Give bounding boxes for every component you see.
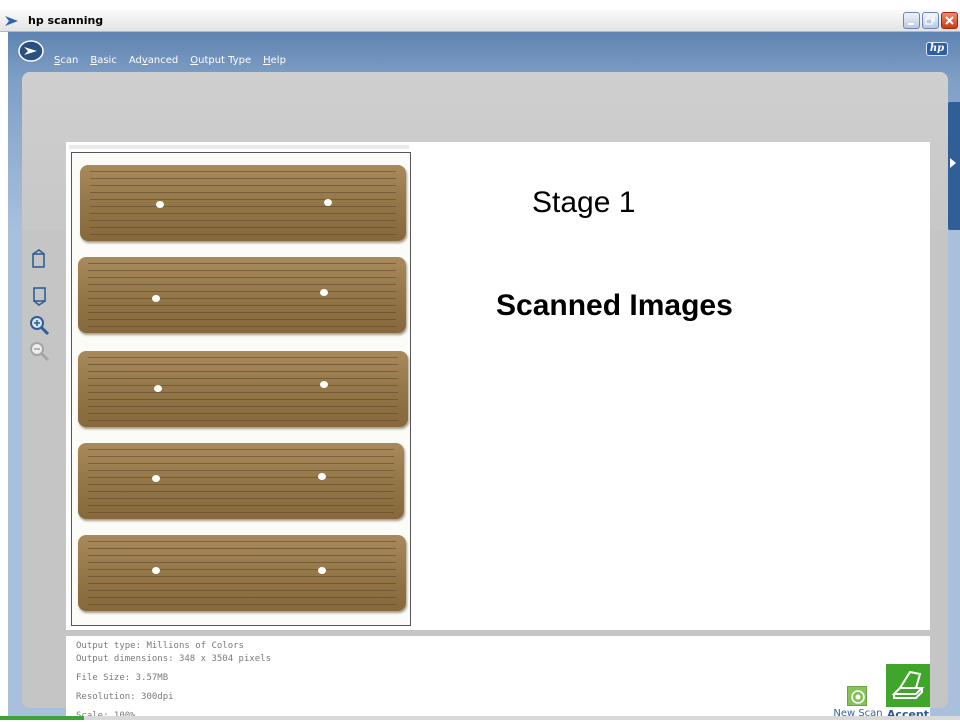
app-icon bbox=[5, 16, 18, 26]
zoom-in-icon[interactable] bbox=[28, 314, 50, 336]
restore-icon bbox=[925, 15, 935, 25]
file-size-text: File Size: 3.57MB bbox=[76, 673, 169, 683]
menu-scan[interactable]: Scan bbox=[54, 55, 78, 66]
menu-basic[interactable]: Basic bbox=[90, 55, 117, 66]
output-type-text: Output type: Millions of Colors bbox=[76, 641, 244, 651]
output-dimensions-text: Output dimensions: 348 x 3504 pixels bbox=[76, 654, 272, 664]
chevron-right-icon bbox=[950, 158, 956, 168]
zoom-out-icon[interactable] bbox=[28, 340, 50, 362]
palm-leaf-3 bbox=[78, 351, 408, 427]
rotate-left-icon[interactable] bbox=[28, 248, 50, 270]
scan-edge bbox=[69, 145, 409, 149]
new-scan-button[interactable]: New Scan bbox=[832, 686, 884, 720]
palm-leaf-2 bbox=[78, 257, 406, 333]
accept-button[interactable]: Accept bbox=[886, 664, 930, 722]
minimize-icon bbox=[908, 23, 914, 25]
restore-button[interactable] bbox=[922, 12, 939, 29]
palm-leaf-5 bbox=[78, 535, 406, 611]
preview-area: Stage 1 Scanned Images bbox=[66, 142, 930, 630]
scanned-image bbox=[71, 152, 411, 626]
info-panel: Output type: Millions of Colors Output d… bbox=[66, 636, 930, 722]
status-indicator bbox=[0, 716, 84, 720]
scanned-images-heading: Scanned Images bbox=[496, 289, 733, 322]
main-panel: Stage 1 Scanned Images Output type: Mill… bbox=[22, 72, 948, 722]
app-frame: Scan Basic Advanced Output Type Help hp bbox=[8, 32, 960, 722]
minimize-button[interactable] bbox=[903, 12, 920, 29]
rotate-right-icon[interactable] bbox=[28, 284, 50, 306]
hp-scan-logo-icon bbox=[18, 40, 44, 62]
window-title: hp scanning bbox=[28, 14, 104, 27]
palm-leaf-4 bbox=[78, 443, 404, 519]
close-icon bbox=[945, 16, 954, 25]
stage-label: Stage 1 bbox=[532, 186, 636, 219]
palm-leaf-1 bbox=[80, 165, 406, 241]
menu-advanced[interactable]: Advanced bbox=[129, 55, 178, 66]
new-scan-icon bbox=[847, 686, 867, 706]
menu-help[interactable]: Help bbox=[263, 55, 286, 66]
close-button[interactable] bbox=[941, 12, 958, 29]
window-titlebar: hp scanning bbox=[0, 10, 960, 32]
hp-logo: hp bbox=[926, 42, 948, 56]
menu-output-type[interactable]: Output Type bbox=[190, 55, 251, 66]
status-bar bbox=[0, 716, 960, 720]
menu-bar: Scan Basic Advanced Output Type Help bbox=[54, 55, 286, 66]
resolution-text: Resolution: 300dpi bbox=[76, 692, 174, 702]
accept-scanner-icon bbox=[886, 664, 930, 707]
side-panel-toggle[interactable] bbox=[948, 102, 960, 230]
